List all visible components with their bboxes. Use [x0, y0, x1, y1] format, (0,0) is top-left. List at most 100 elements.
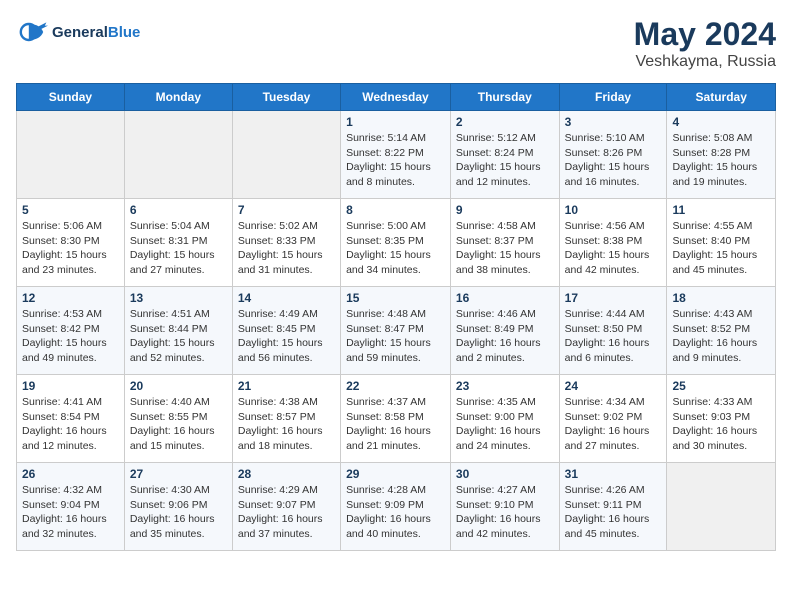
weekday-header-row: SundayMondayTuesdayWednesdayThursdayFrid… [17, 84, 776, 111]
day-info: Sunrise: 4:49 AM Sunset: 8:45 PM Dayligh… [238, 307, 335, 366]
week-row-3: 12Sunrise: 4:53 AM Sunset: 8:42 PM Dayli… [17, 287, 776, 375]
day-info: Sunrise: 4:34 AM Sunset: 9:02 PM Dayligh… [565, 395, 662, 454]
day-cell: 5 Sunrise: 5:06 AM Sunset: 8:30 PM Daylig… [17, 199, 125, 287]
day-cell [17, 111, 125, 199]
day-cell: 25 Sunrise: 4:33 AM Sunset: 9:03 PM Dayli… [667, 375, 776, 463]
day-number: 21 [238, 379, 335, 393]
day-info: Sunrise: 4:43 AM Sunset: 8:52 PM Dayligh… [672, 307, 770, 366]
week-row-2: 5 Sunrise: 5:06 AM Sunset: 8:30 PM Daylig… [17, 199, 776, 287]
day-info: Sunrise: 5:06 AM Sunset: 8:30 PM Dayligh… [22, 219, 119, 278]
weekday-header-wednesday: Wednesday [341, 84, 451, 111]
day-cell: 4 Sunrise: 5:08 AM Sunset: 8:28 PM Daylig… [667, 111, 776, 199]
day-cell: 10 Sunrise: 4:56 AM Sunset: 8:38 PM Dayli… [559, 199, 667, 287]
day-number: 25 [672, 379, 770, 393]
weekday-header-monday: Monday [124, 84, 232, 111]
day-info: Sunrise: 4:29 AM Sunset: 9:07 PM Dayligh… [238, 483, 335, 542]
day-info: Sunrise: 4:40 AM Sunset: 8:55 PM Dayligh… [130, 395, 227, 454]
day-number: 23 [456, 379, 554, 393]
day-info: Sunrise: 4:33 AM Sunset: 9:03 PM Dayligh… [672, 395, 770, 454]
weekday-header-friday: Friday [559, 84, 667, 111]
day-number: 7 [238, 203, 335, 217]
day-number: 19 [22, 379, 119, 393]
day-number: 14 [238, 291, 335, 305]
day-info: Sunrise: 4:44 AM Sunset: 8:50 PM Dayligh… [565, 307, 662, 366]
day-cell: 16Sunrise: 4:46 AM Sunset: 8:49 PM Dayli… [450, 287, 559, 375]
weekday-header-saturday: Saturday [667, 84, 776, 111]
day-number: 12 [22, 291, 119, 305]
day-cell: 31Sunrise: 4:26 AM Sunset: 9:11 PM Dayli… [559, 463, 667, 551]
day-number: 17 [565, 291, 662, 305]
day-cell: 1 Sunrise: 5:14 AM Sunset: 8:22 PM Daylig… [341, 111, 451, 199]
day-info: Sunrise: 4:26 AM Sunset: 9:11 PM Dayligh… [565, 483, 662, 542]
weekday-header-sunday: Sunday [17, 84, 125, 111]
day-info: Sunrise: 4:51 AM Sunset: 8:44 PM Dayligh… [130, 307, 227, 366]
location: Veshkayma, Russia [634, 53, 776, 71]
day-cell: 8Sunrise: 5:00 AM Sunset: 8:35 PM Daylig… [341, 199, 451, 287]
day-number: 24 [565, 379, 662, 393]
logo: GeneralBlue [16, 16, 140, 48]
day-number: 6 [130, 203, 227, 217]
day-info: Sunrise: 4:55 AM Sunset: 8:40 PM Dayligh… [672, 219, 770, 278]
day-number: 26 [22, 467, 119, 481]
day-cell: 27Sunrise: 4:30 AM Sunset: 9:06 PM Dayli… [124, 463, 232, 551]
day-cell: 3 Sunrise: 5:10 AM Sunset: 8:26 PM Daylig… [559, 111, 667, 199]
day-info: Sunrise: 4:38 AM Sunset: 8:57 PM Dayligh… [238, 395, 335, 454]
day-info: Sunrise: 5:14 AM Sunset: 8:22 PM Dayligh… [346, 131, 445, 190]
day-cell: 20 Sunrise: 4:40 AM Sunset: 8:55 PM Dayli… [124, 375, 232, 463]
day-info: Sunrise: 4:37 AM Sunset: 8:58 PM Dayligh… [346, 395, 445, 454]
week-row-1: 1 Sunrise: 5:14 AM Sunset: 8:22 PM Daylig… [17, 111, 776, 199]
day-info: Sunrise: 5:10 AM Sunset: 8:26 PM Dayligh… [565, 131, 662, 190]
day-number: 1 [346, 115, 445, 129]
title-block: May 2024 Veshkayma, Russia [634, 16, 776, 71]
day-info: Sunrise: 5:02 AM Sunset: 8:33 PM Dayligh… [238, 219, 335, 278]
week-row-5: 26Sunrise: 4:32 AM Sunset: 9:04 PM Dayli… [17, 463, 776, 551]
day-cell: 6Sunrise: 5:04 AM Sunset: 8:31 PM Daylig… [124, 199, 232, 287]
day-number: 18 [672, 291, 770, 305]
day-cell: 29 Sunrise: 4:28 AM Sunset: 9:09 PM Dayli… [341, 463, 451, 551]
logo-icon [16, 16, 48, 48]
day-number: 13 [130, 291, 227, 305]
day-cell: 18 Sunrise: 4:43 AM Sunset: 8:52 PM Dayli… [667, 287, 776, 375]
page-header: GeneralBlue May 2024 Veshkayma, Russia [16, 16, 776, 71]
day-info: Sunrise: 5:00 AM Sunset: 8:35 PM Dayligh… [346, 219, 445, 278]
day-cell: 28Sunrise: 4:29 AM Sunset: 9:07 PM Dayli… [232, 463, 340, 551]
day-info: Sunrise: 4:46 AM Sunset: 8:49 PM Dayligh… [456, 307, 554, 366]
month-year: May 2024 [634, 16, 776, 53]
day-info: Sunrise: 4:58 AM Sunset: 8:37 PM Dayligh… [456, 219, 554, 278]
day-info: Sunrise: 4:48 AM Sunset: 8:47 PM Dayligh… [346, 307, 445, 366]
day-info: Sunrise: 4:28 AM Sunset: 9:09 PM Dayligh… [346, 483, 445, 542]
weekday-header-thursday: Thursday [450, 84, 559, 111]
day-cell [124, 111, 232, 199]
day-cell: 14 Sunrise: 4:49 AM Sunset: 8:45 PM Dayli… [232, 287, 340, 375]
day-cell: 15Sunrise: 4:48 AM Sunset: 8:47 PM Dayli… [341, 287, 451, 375]
day-cell: 30 Sunrise: 4:27 AM Sunset: 9:10 PM Dayli… [450, 463, 559, 551]
day-cell: 23 Sunrise: 4:35 AM Sunset: 9:00 PM Dayli… [450, 375, 559, 463]
day-number: 29 [346, 467, 445, 481]
day-cell: 19Sunrise: 4:41 AM Sunset: 8:54 PM Dayli… [17, 375, 125, 463]
day-number: 3 [565, 115, 662, 129]
day-number: 20 [130, 379, 227, 393]
day-number: 11 [672, 203, 770, 217]
day-number: 10 [565, 203, 662, 217]
day-cell: 13 Sunrise: 4:51 AM Sunset: 8:44 PM Dayli… [124, 287, 232, 375]
day-number: 5 [22, 203, 119, 217]
calendar-table: SundayMondayTuesdayWednesdayThursdayFrid… [16, 83, 776, 551]
day-number: 30 [456, 467, 554, 481]
day-number: 4 [672, 115, 770, 129]
day-cell: 11 Sunrise: 4:55 AM Sunset: 8:40 PM Dayli… [667, 199, 776, 287]
day-info: Sunrise: 4:56 AM Sunset: 8:38 PM Dayligh… [565, 219, 662, 278]
day-cell: 9Sunrise: 4:58 AM Sunset: 8:37 PM Daylig… [450, 199, 559, 287]
day-cell: 2Sunrise: 5:12 AM Sunset: 8:24 PM Daylig… [450, 111, 559, 199]
day-cell: 21 Sunrise: 4:38 AM Sunset: 8:57 PM Dayli… [232, 375, 340, 463]
day-cell: 12Sunrise: 4:53 AM Sunset: 8:42 PM Dayli… [17, 287, 125, 375]
day-cell [667, 463, 776, 551]
day-info: Sunrise: 4:35 AM Sunset: 9:00 PM Dayligh… [456, 395, 554, 454]
day-cell: 26Sunrise: 4:32 AM Sunset: 9:04 PM Dayli… [17, 463, 125, 551]
week-row-4: 19Sunrise: 4:41 AM Sunset: 8:54 PM Dayli… [17, 375, 776, 463]
day-cell: 24 Sunrise: 4:34 AM Sunset: 9:02 PM Dayli… [559, 375, 667, 463]
day-cell: 22Sunrise: 4:37 AM Sunset: 8:58 PM Dayli… [341, 375, 451, 463]
day-number: 2 [456, 115, 554, 129]
day-number: 27 [130, 467, 227, 481]
day-info: Sunrise: 5:08 AM Sunset: 8:28 PM Dayligh… [672, 131, 770, 190]
day-info: Sunrise: 4:27 AM Sunset: 9:10 PM Dayligh… [456, 483, 554, 542]
